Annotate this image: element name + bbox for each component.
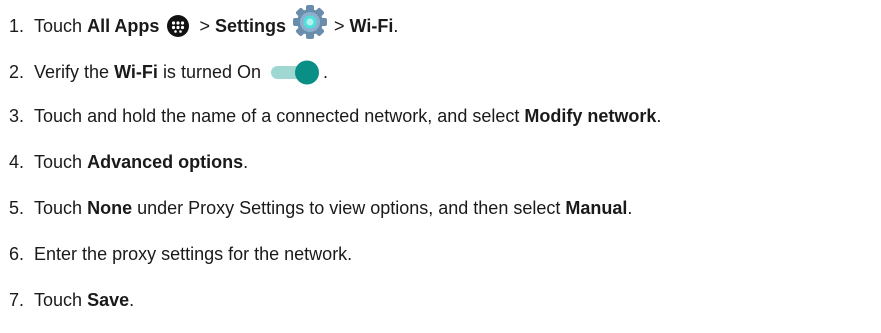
step-3: 3. Touch and hold the name of a connecte… — [9, 105, 661, 127]
step-6: 6. Enter the proxy settings for the netw… — [9, 243, 352, 265]
save-label: Save — [87, 290, 130, 310]
modify-network-label: Modify network — [524, 106, 657, 126]
step-text: Enter the proxy settings for the network… — [34, 244, 353, 264]
instruction-steps: 1. Touch All Apps > Settings > Wi-Fi . 2… — [0, 0, 881, 333]
step-end: . — [243, 152, 249, 172]
all-apps-label: All Apps — [87, 16, 160, 36]
settings-label: Settings — [214, 16, 286, 36]
separator: > — [333, 16, 345, 36]
manual-label: Manual — [565, 198, 628, 218]
separator: > — [199, 16, 210, 36]
step-text: Touch — [34, 198, 83, 218]
step-1: 1. Touch All Apps > Settings > Wi-Fi . — [9, 5, 399, 40]
step-number: 7. — [9, 290, 25, 310]
step-number: 5. — [9, 198, 25, 218]
advanced-options-label: Advanced options — [87, 152, 244, 172]
all-apps-icon — [167, 15, 190, 37]
step-number: 2. — [9, 62, 25, 82]
wifi-label: Wi-Fi — [349, 16, 394, 36]
step-number: 3. — [9, 106, 25, 126]
none-label: None — [87, 198, 133, 218]
step-end: . — [393, 16, 399, 36]
step-end: . — [129, 290, 135, 310]
wifi-toggle-on-icon — [271, 60, 319, 85]
step-text: under Proxy Settings to view options, an… — [137, 198, 561, 218]
step-end: . — [627, 198, 633, 218]
step-7: 7. Touch Save. — [9, 289, 134, 311]
step-4: 4. Touch Advanced options. — [9, 151, 248, 173]
step-2: 2. Verify the Wi-Fi is turned On . — [9, 59, 328, 85]
step-number: 1. — [9, 16, 25, 36]
step-end: . — [656, 106, 662, 126]
step-number: 4. — [9, 152, 25, 172]
step-number: 6. — [9, 244, 25, 264]
step-text: Verify the — [34, 62, 110, 82]
step-5: 5. Touch None under Proxy Settings to vi… — [9, 197, 632, 219]
settings-gear-icon — [292, 5, 327, 39]
wifi-label: Wi-Fi — [114, 62, 158, 82]
step-end: . — [323, 62, 329, 82]
step-text: is turned On — [162, 62, 261, 82]
step-text: Touch — [34, 16, 83, 36]
step-text: Touch and hold the name of a connected n… — [34, 106, 520, 126]
step-text: Touch — [34, 290, 83, 310]
step-text: Touch — [34, 152, 83, 172]
